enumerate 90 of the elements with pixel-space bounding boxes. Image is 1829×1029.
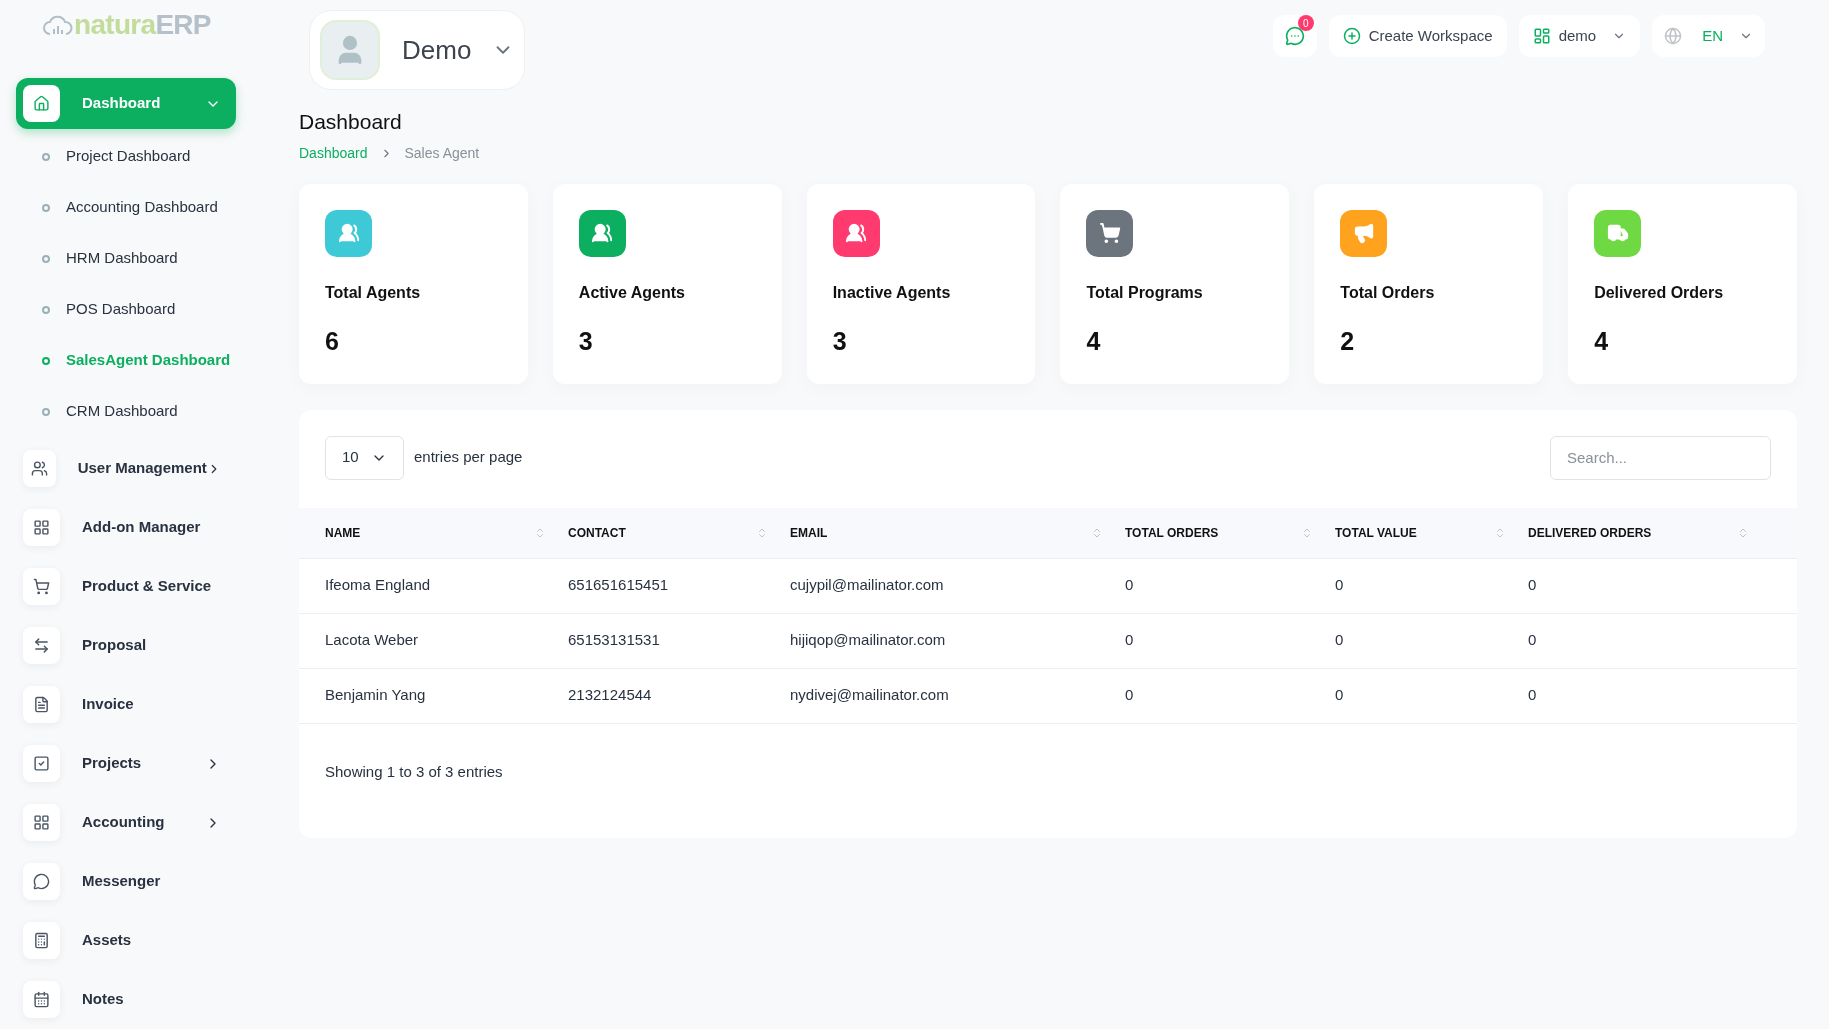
swap-icon [23, 627, 60, 664]
search-field[interactable]: Search... [1550, 435, 1771, 480]
chat-icon [1284, 26, 1305, 46]
sort-icon[interactable] [756, 526, 768, 539]
chat-icon [23, 863, 60, 900]
bullet-icon [42, 254, 50, 263]
sort-icon[interactable] [1737, 526, 1749, 539]
checkbox-icon [23, 745, 60, 782]
table-cell-text: Ifeoma England [325, 575, 432, 596]
logo-text: naturaERP [74, 8, 211, 42]
create-workspace-button[interactable]: Create Workspace [1328, 15, 1507, 57]
table-cell-text: cujypil@mailinator.com [790, 575, 945, 596]
submenu-item[interactable]: Accounting Dashboard [16, 182, 236, 233]
stat-value: 4 [1594, 325, 1610, 357]
stat-label: Active Agents [578, 282, 686, 303]
table-cell-text: Benjamin Yang [325, 685, 427, 706]
submenu-item[interactable]: HRM Dashboard [16, 233, 236, 284]
sort-icon[interactable] [534, 526, 546, 539]
table-cell-text: 0 [1528, 630, 1538, 651]
user-switcher[interactable]: Demo [309, 10, 525, 90]
column-header[interactable]: DELIVERED ORDERS [1528, 523, 1652, 542]
table-cell-text: 0 [1528, 685, 1538, 706]
bullet-icon [42, 407, 50, 416]
sort-icon[interactable] [1494, 526, 1506, 539]
column-header[interactable]: NAME [325, 523, 361, 542]
sort-icon[interactable] [1301, 526, 1313, 539]
submenu-item[interactable]: CRM Dashboard [16, 386, 236, 437]
table-cell-text: 65153131531 [568, 630, 661, 651]
table-cell-text: 0 [1125, 575, 1135, 596]
column-header[interactable]: EMAIL [790, 523, 828, 542]
calendar-icon [23, 981, 60, 1018]
sidebar-item[interactable]: Proposal [16, 616, 236, 675]
entries-summary: Showing 1 to 3 of 3 entries [325, 762, 503, 780]
stat-label: Inactive Agents [832, 282, 952, 303]
column-header[interactable]: CONTACT [568, 523, 626, 542]
page-size-label: entries per page [414, 447, 523, 468]
users-icon [23, 450, 56, 487]
bullet-icon [42, 152, 50, 161]
stat-label: Total Orders [1340, 282, 1436, 303]
avatar-icon [320, 20, 380, 80]
stat-value: 3 [832, 325, 848, 357]
bullet-icon [42, 305, 50, 314]
page-title: Dashboard [299, 109, 403, 135]
bullet-icon [42, 203, 50, 212]
sort-icon[interactable] [1091, 526, 1103, 539]
table-cell-text: 2132124544 [568, 685, 653, 706]
cart-icon [23, 568, 60, 605]
table-cell-text: nydivej@mailinator.com [790, 685, 950, 706]
globe-icon [1664, 27, 1683, 45]
sidebar-item[interactable]: User Management [16, 439, 236, 498]
stat-value: 2 [1340, 325, 1356, 357]
table-cell-text: 0 [1335, 685, 1345, 706]
sidebar-item[interactable]: Notes [16, 970, 236, 1029]
sidebar-item[interactable]: Assets [16, 911, 236, 970]
sidebar-item[interactable]: Messenger [16, 852, 236, 911]
table-cell-text: 0 [1335, 575, 1345, 596]
calculator-icon [23, 922, 60, 959]
plus-circle-icon [1342, 27, 1361, 45]
grid-icon [23, 804, 60, 841]
page-size-select[interactable]: 10 [325, 435, 404, 480]
submenu-item[interactable]: Project Dashboard [16, 131, 236, 182]
table-cell-text: 651651615451 [568, 575, 670, 596]
home-icon [23, 85, 60, 122]
sidebar-item[interactable]: Add-on Manager [16, 498, 236, 557]
bullet-icon [42, 356, 50, 365]
table-cell-text: 0 [1335, 630, 1345, 651]
sidebar-item[interactable]: Projects [16, 734, 236, 793]
table-cell-text: Lacota Weber [325, 630, 420, 651]
document-icon [23, 686, 60, 723]
sidebar-item[interactable]: Product & Service [16, 557, 236, 616]
stat-label: Total Programs [1086, 282, 1204, 303]
column-header[interactable]: TOTAL VALUE [1335, 523, 1417, 542]
stat-label: Total Agents [325, 282, 422, 303]
stat-value: 6 [325, 325, 340, 357]
stat-value: 4 [1086, 325, 1102, 357]
workspace-dropdown[interactable]: demo [1518, 15, 1641, 57]
table-cell-text: 0 [1125, 630, 1135, 651]
grid-icon [23, 509, 60, 546]
column-header[interactable]: TOTAL ORDERS [1125, 523, 1219, 542]
stat-label: Delivered Orders [1594, 282, 1725, 303]
notification-badge: 0 [1297, 15, 1314, 31]
sidebar-item[interactable]: Accounting [16, 793, 236, 852]
breadcrumb-item: Sales Agent [404, 143, 480, 163]
table-cell-text: hijiqop@mailinator.com [790, 630, 947, 651]
submenu-item[interactable]: POS Dashboard [16, 284, 236, 335]
stat-value: 3 [578, 325, 594, 357]
cloud-logo-icon [42, 14, 74, 36]
table-cell-text: 0 [1528, 575, 1538, 596]
table-cell-text: 0 [1125, 685, 1135, 706]
sidebar-item[interactable]: Invoice [16, 675, 236, 734]
